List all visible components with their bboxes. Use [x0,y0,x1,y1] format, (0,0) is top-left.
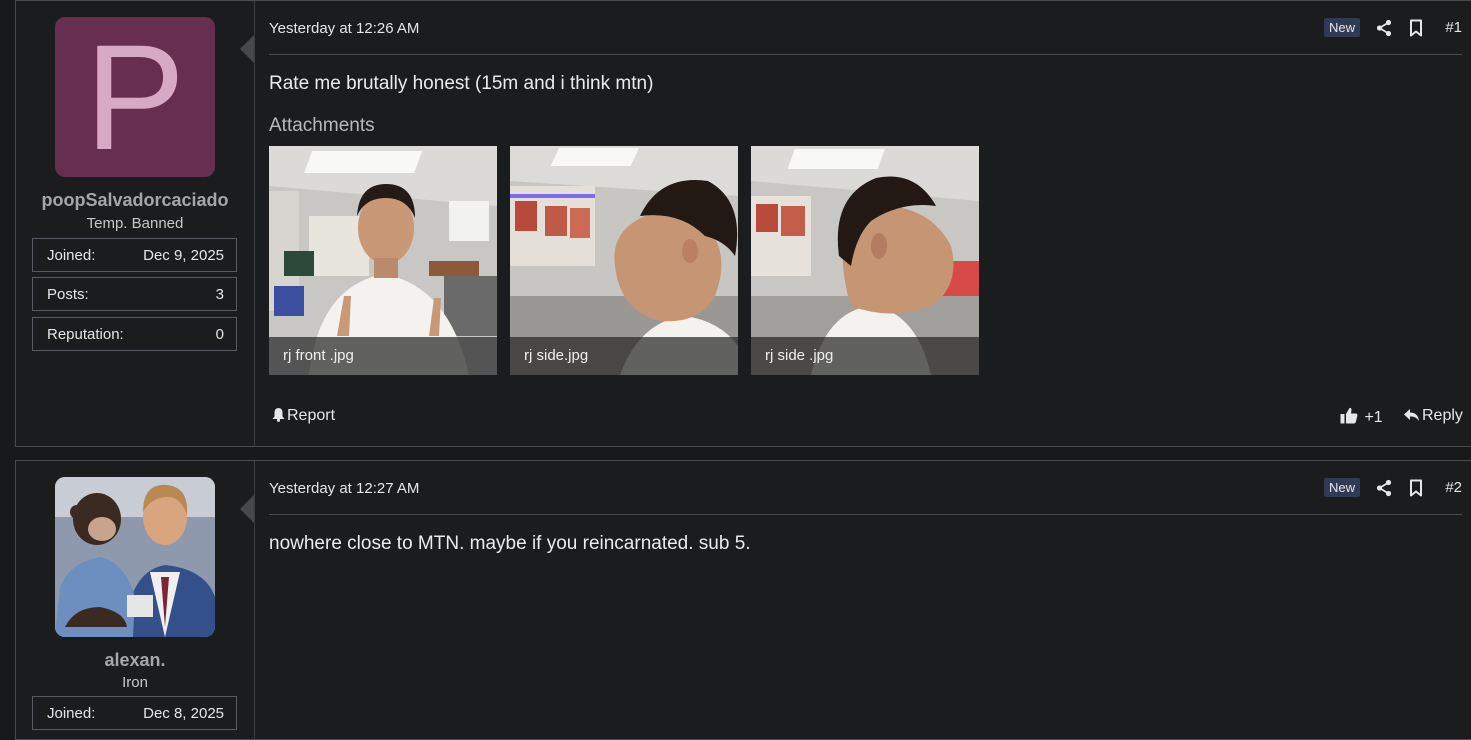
stat-reputation: Reputation: 0 [32,317,237,351]
reply-icon [1404,409,1419,421]
reply-button[interactable]: Reply [1403,407,1463,425]
report-label: Report [287,407,336,424]
post-header-actions: New #1 [1302,17,1462,39]
attachment-thumbnail[interactable]: rj side.jpg [510,146,738,375]
avatar[interactable]: P [55,17,215,177]
post-message: Rate me brutally honest (15m and i think… [269,73,654,94]
reply-label: Reply [1422,407,1463,424]
stat-value: 0 [215,326,224,343]
user-title: Temp. Banned [86,215,184,232]
attachments-heading: Attachments [269,115,375,136]
attachment-thumbnail[interactable]: rj front .jpg [269,146,497,375]
stat-posts: Posts: 3 [32,277,237,311]
like-button[interactable]: +1 [1340,407,1383,427]
user-title: Iron [122,674,148,691]
avatar[interactable] [55,477,215,637]
post-header-actions: New #2 [1302,477,1462,499]
stat-label: Reputation: [47,326,124,343]
post-2: alexan. Iron Joined: Dec 8, 2025 Yesterd… [15,460,1471,740]
stat-value: 3 [215,286,224,303]
share-icon[interactable] [1376,479,1392,497]
post-1: P poopSalvadorcaciado Temp. Banned Joine… [15,0,1471,447]
attachment-thumbnail[interactable]: rj side .jpg [751,146,979,375]
stat-label: Joined: [47,247,96,264]
share-icon[interactable] [1376,19,1392,37]
username[interactable]: poopSalvadorcaciado [16,190,254,211]
bookmark-icon[interactable] [1409,19,1425,37]
post-date[interactable]: Yesterday at 12:26 AM [269,20,419,37]
user-info-panel: alexan. Iron Joined: Dec 8, 2025 [16,461,255,739]
attachment-filename: rj front .jpg [269,337,497,375]
thumbs-up-icon [1340,407,1358,424]
post-header: Yesterday at 12:26 AM New #1 [269,1,1462,55]
post-content: Yesterday at 12:26 AM New #1 Rate me bru… [254,1,1471,446]
post-message: nowhere close to MTN. maybe if you reinc… [269,533,751,554]
post-date[interactable]: Yesterday at 12:27 AM [269,480,419,497]
bookmark-icon[interactable] [1409,479,1425,497]
new-badge: New [1323,18,1360,37]
post-header: Yesterday at 12:27 AM New #2 [269,461,1462,515]
attachment-filename: rj side .jpg [751,337,979,375]
post-number[interactable]: #1 [1445,19,1462,36]
stat-value: Dec 9, 2025 [143,247,224,264]
speech-arrow [240,495,254,523]
speech-arrow [240,35,254,63]
stat-value: Dec 8, 2025 [143,705,224,722]
report-link[interactable]: Report [272,407,335,425]
reaction-count: +1 [1364,409,1383,426]
attachment-filename: rj side.jpg [510,337,738,375]
stat-joined: Joined: Dec 9, 2025 [32,238,237,272]
avatar-image [55,477,215,637]
bell-icon [272,408,285,422]
new-badge: New [1323,478,1360,497]
username[interactable]: alexan. [16,650,254,671]
stat-label: Posts: [47,286,89,303]
user-info-panel: P poopSalvadorcaciado Temp. Banned Joine… [16,1,255,446]
post-number[interactable]: #2 [1445,479,1462,496]
post-content: Yesterday at 12:27 AM New #2 nowhere clo… [254,461,1471,739]
stat-label: Joined: [47,705,96,722]
